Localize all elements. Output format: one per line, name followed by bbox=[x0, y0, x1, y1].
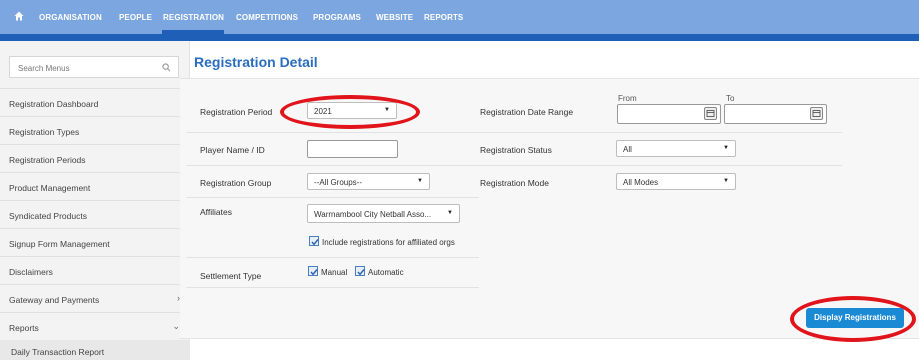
registration-mode-label: Registration Mode bbox=[480, 178, 549, 188]
sidebar-item-label: Registration Dashboard bbox=[9, 99, 99, 109]
to-label: To bbox=[726, 94, 735, 103]
sidebar-item-signup-form-management[interactable]: Signup Form Management bbox=[0, 228, 190, 256]
checkmark-icon bbox=[311, 239, 319, 246]
sidebar-item-label: Signup Form Management bbox=[9, 239, 110, 249]
registration-date-range-label: Registration Date Range bbox=[480, 107, 574, 117]
affiliates-label: Affiliates bbox=[200, 207, 232, 217]
sidebar-item-label: Disclaimers bbox=[9, 267, 53, 277]
dropdown-arrow-icon: ▼ bbox=[447, 210, 453, 216]
sidebar-item-registration-periods[interactable]: Registration Periods bbox=[0, 144, 190, 172]
registration-status-value: All bbox=[623, 145, 632, 154]
player-name-input[interactable] bbox=[307, 140, 398, 158]
search-placeholder: Search Menus bbox=[18, 64, 70, 73]
calendar-icon[interactable] bbox=[704, 107, 717, 120]
checkmark-icon bbox=[310, 269, 318, 276]
sidebar-item-label: Gateway and Payments bbox=[9, 295, 100, 305]
nav-registration[interactable]: REGISTRATION bbox=[163, 13, 224, 22]
top-navigation-bar: ORGANISATION PEOPLE REGISTRATION COMPETI… bbox=[0, 0, 919, 34]
sidebar-item-disclaimers[interactable]: Disclaimers bbox=[0, 256, 190, 284]
registration-mode-select[interactable]: All Modes ▼ bbox=[616, 173, 736, 190]
registration-period-label: Registration Period bbox=[200, 107, 273, 117]
dropdown-arrow-icon: ▼ bbox=[723, 145, 729, 151]
registration-group-select[interactable]: --All Groups-- ▼ bbox=[307, 173, 430, 190]
sidebar-item-reports[interactable]: Reports ⌄ bbox=[0, 312, 190, 340]
nav-organisation[interactable]: ORGANISATION bbox=[39, 13, 102, 22]
registration-status-label: Registration Status bbox=[480, 145, 552, 155]
dropdown-arrow-icon: ▼ bbox=[417, 178, 423, 184]
calendar-icon[interactable] bbox=[810, 107, 823, 120]
sidebar-item-label: Reports bbox=[9, 323, 39, 333]
include-affiliated-label: Include registrations for affiliated org… bbox=[322, 238, 455, 247]
chevron-down-icon: ⌄ bbox=[172, 321, 180, 331]
sidebar-item-gateway-and-payments[interactable]: Gateway and Payments › bbox=[0, 284, 190, 312]
sidebar-item-label: Product Management bbox=[9, 183, 91, 193]
sidebar: Search Menus Registration Dashboard Regi… bbox=[0, 41, 190, 360]
settlement-type-label: Settlement Type bbox=[200, 271, 262, 281]
automatic-label: Automatic bbox=[368, 268, 404, 277]
sidebar-item-syndicated-products[interactable]: Syndicated Products bbox=[0, 200, 190, 228]
sidebar-item-label: Syndicated Products bbox=[9, 211, 87, 221]
affiliates-select[interactable]: Warrnambool City Netball Asso... ▼ bbox=[307, 204, 460, 223]
registration-group-value: --All Groups-- bbox=[314, 178, 363, 187]
manual-label: Manual bbox=[321, 268, 348, 277]
checkmark-icon bbox=[357, 269, 365, 276]
registration-mode-value: All Modes bbox=[623, 178, 659, 187]
nav-accent-strip bbox=[0, 34, 919, 41]
automatic-checkbox[interactable] bbox=[355, 266, 365, 276]
manual-checkbox[interactable] bbox=[308, 266, 318, 276]
sidebar-subitem-daily-transaction-report[interactable]: Daily Transaction Report bbox=[0, 340, 190, 360]
highlight-ellipse-registration-period bbox=[280, 95, 420, 129]
affiliates-value: Warrnambool City Netball Asso... bbox=[314, 210, 432, 219]
nav-competitions[interactable]: COMPETITIONS bbox=[236, 13, 298, 22]
page-title: Registration Detail bbox=[194, 54, 318, 70]
sidebar-item-label: Registration Periods bbox=[9, 155, 86, 165]
search-icon[interactable] bbox=[162, 63, 171, 72]
sidebar-item-registration-dashboard[interactable]: Registration Dashboard bbox=[0, 88, 190, 116]
sidebar-item-label: Registration Types bbox=[9, 127, 80, 137]
player-name-label: Player Name / ID bbox=[200, 145, 265, 155]
search-input[interactable]: Search Menus bbox=[9, 56, 179, 78]
nav-people[interactable]: PEOPLE bbox=[119, 13, 152, 22]
sidebar-item-product-management[interactable]: Product Management bbox=[0, 172, 190, 200]
nav-programs[interactable]: PROGRAMS bbox=[313, 13, 361, 22]
dropdown-arrow-icon: ▼ bbox=[723, 178, 729, 184]
sidebar-item-registration-types[interactable]: Registration Types bbox=[0, 116, 190, 144]
highlight-ellipse-display-button bbox=[790, 296, 916, 342]
registration-group-label: Registration Group bbox=[200, 178, 272, 188]
from-label: From bbox=[618, 94, 637, 103]
sidebar-item-label: Daily Transaction Report bbox=[11, 347, 105, 357]
registration-status-select[interactable]: All ▼ bbox=[616, 140, 736, 157]
nav-website[interactable]: WEBSITE bbox=[376, 13, 413, 22]
nav-reports[interactable]: REPORTS bbox=[424, 13, 463, 22]
home-icon[interactable] bbox=[14, 11, 24, 21]
include-affiliated-checkbox[interactable] bbox=[309, 236, 319, 246]
